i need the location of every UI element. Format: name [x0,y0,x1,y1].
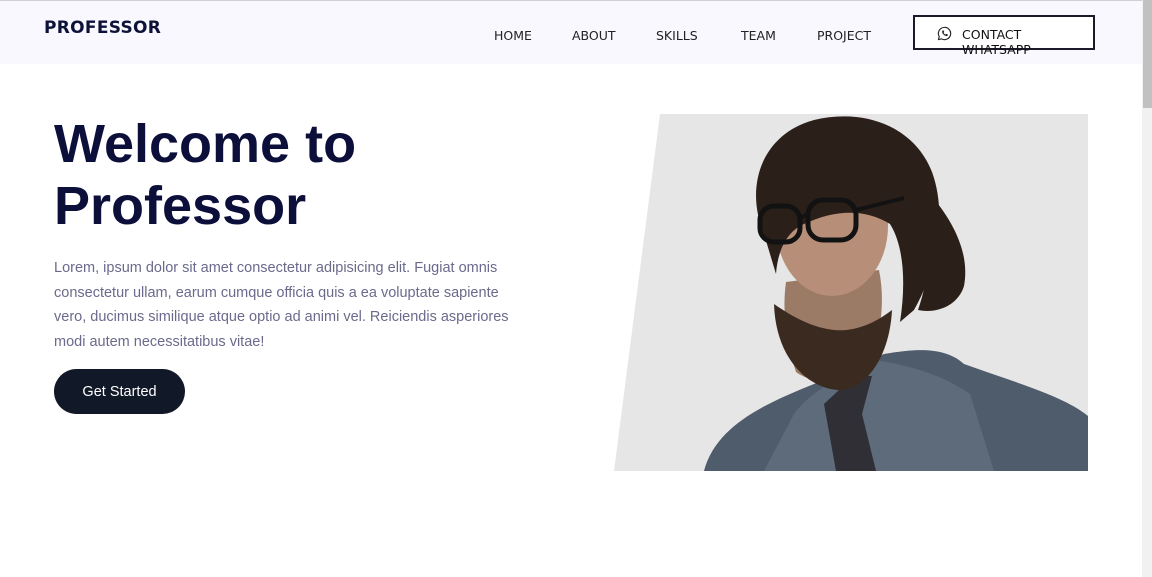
hero-description: Lorem, ipsum dolor sit amet consectetur … [54,260,509,351]
hero-title-line1: Welcome to [54,114,357,174]
nav-skills[interactable]: SKILLS [656,28,698,43]
hero-portrait-image [614,114,1088,471]
hero-title-line2: Professor [54,176,307,236]
nav-about[interactable]: ABOUT [572,28,616,43]
contact-whatsapp-label: CONTACT WHATSAPP [962,27,1031,57]
scrollbar-thumb[interactable] [1143,0,1152,108]
nav-project[interactable]: PROJECT [817,28,871,43]
whatsapp-icon [937,26,952,41]
navbar: PROFESSOR HOME ABOUT SKILLS TEAM PROJECT… [0,1,1142,64]
hero-title: Welcome to Professor [54,113,356,237]
nav-home[interactable]: HOME [494,28,532,43]
nav-team[interactable]: TEAM [741,28,776,43]
contact-whatsapp-button[interactable]: CONTACT WHATSAPP [913,15,1095,57]
brand-logo[interactable]: PROFESSOR [44,18,161,38]
get-started-button[interactable]: Get Started [54,369,185,414]
